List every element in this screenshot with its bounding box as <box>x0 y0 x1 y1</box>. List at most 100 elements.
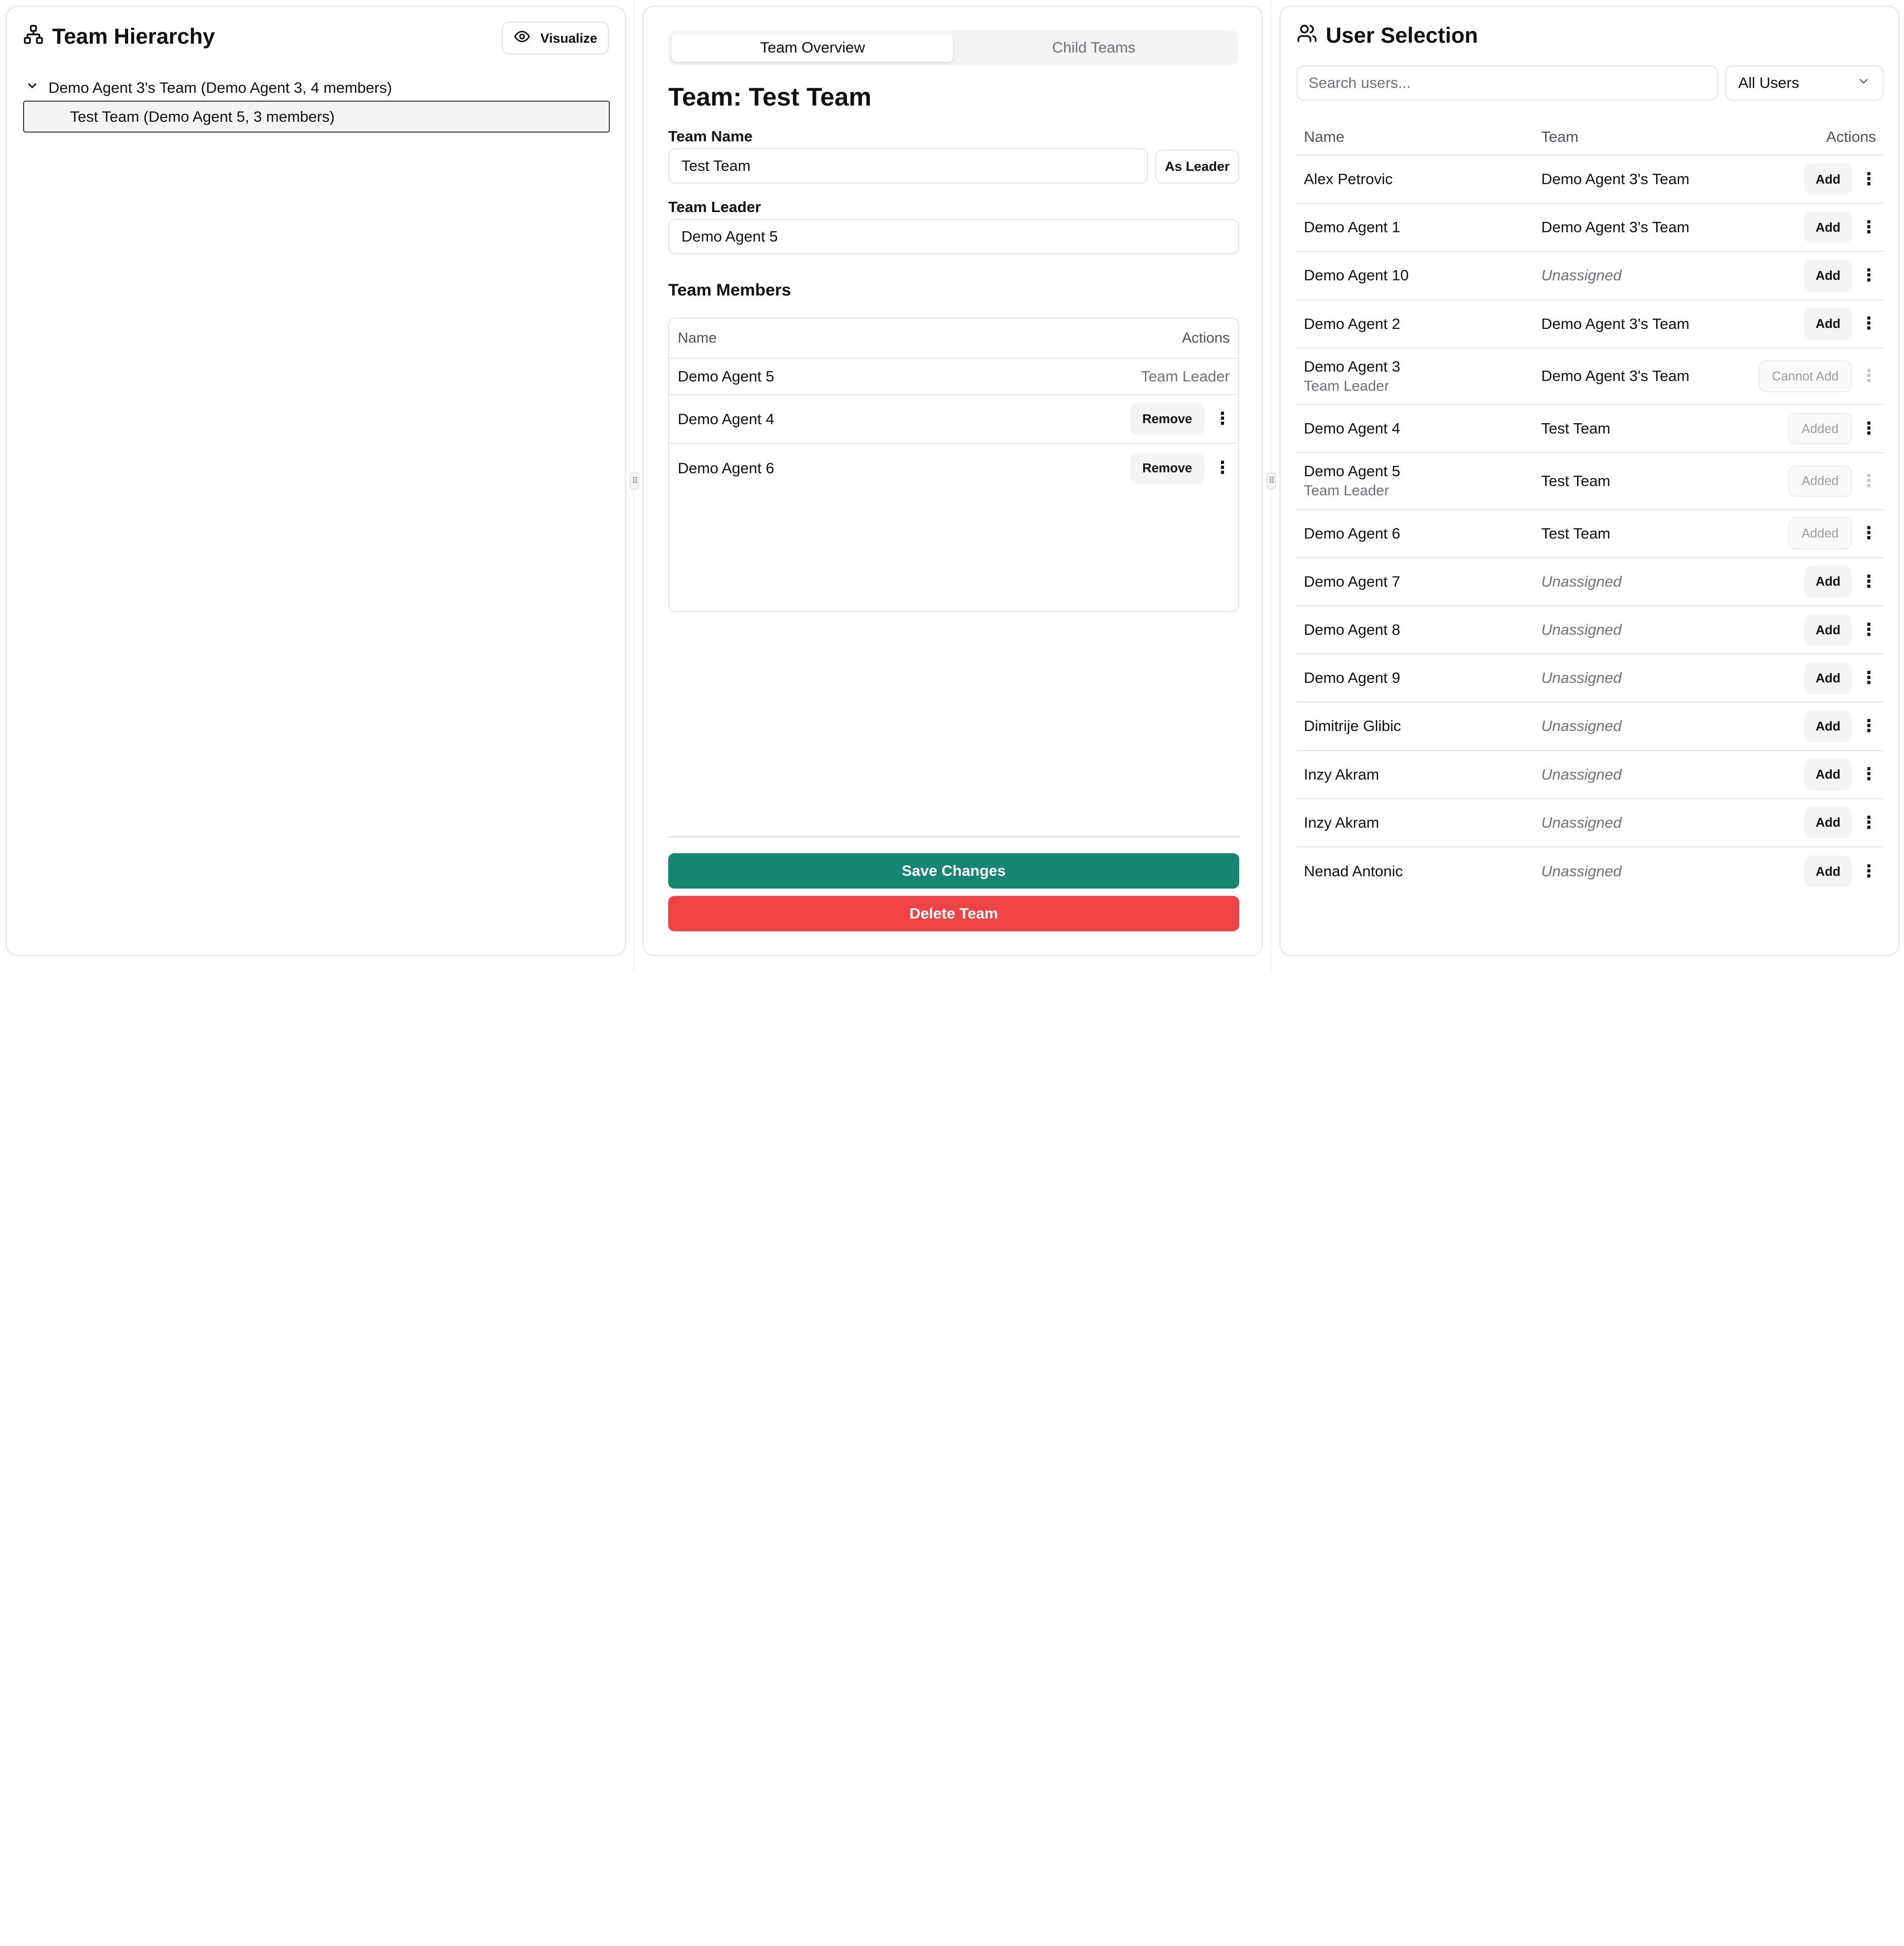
user-selection-panel: User Selection All Users Name Team Actio… <box>1279 6 1900 956</box>
team-leader-field[interactable]: Demo Agent 5 <box>668 218 1240 254</box>
user-name: Nenad Antonic <box>1304 863 1403 880</box>
user-selection-header: User Selection <box>1297 23 1478 49</box>
save-changes-button[interactable]: Save Changes <box>668 853 1240 889</box>
more-vertical-icon[interactable]: ⋮ <box>1860 863 1877 880</box>
column-header-name: Name <box>678 329 717 346</box>
users-table-header: Name Team Actions <box>1296 119 1884 156</box>
cannot-add-button[interactable]: Cannot Add <box>1758 360 1852 392</box>
more-vertical-icon[interactable]: ⋮ <box>1860 814 1877 832</box>
delete-team-button[interactable]: Delete Team <box>668 895 1240 931</box>
user-role: Team Leader <box>1304 378 1389 394</box>
team-name-input[interactable]: Test Team <box>668 148 1148 184</box>
user-team: Unassigned <box>1541 267 1622 284</box>
add-user-button[interactable]: Add <box>1804 212 1852 243</box>
tab-child-teams[interactable]: Child Teams <box>953 34 1234 62</box>
add-user-button[interactable]: Add <box>1804 566 1852 598</box>
table-row: Demo Agent 5 Team Leader <box>669 359 1239 395</box>
added-button[interactable]: Added <box>1788 412 1852 445</box>
table-row: Demo Agent 8 Unassigned Add ⋮ <box>1296 606 1884 655</box>
add-user-button[interactable]: Add <box>1804 163 1852 195</box>
more-vertical-icon[interactable]: ⋮ <box>1860 420 1877 437</box>
tree-node-root[interactable]: Demo Agent 3's Team (Demo Agent 3, 4 mem… <box>26 79 392 97</box>
as-leader-button[interactable]: As Leader <box>1155 149 1240 184</box>
more-vertical-icon[interactable]: ⋮ <box>1860 525 1877 542</box>
column-header-name: Name <box>1304 128 1345 145</box>
more-vertical-icon[interactable]: ⋮ <box>1860 766 1877 783</box>
visualize-label: Visualize <box>540 30 598 46</box>
chevron-down-icon[interactable] <box>26 79 39 97</box>
more-vertical-icon[interactable]: ⋮ <box>1214 459 1231 477</box>
user-team: Demo Agent 3's Team <box>1541 367 1689 385</box>
user-filter-select[interactable]: All Users <box>1725 65 1884 101</box>
members-table-header: Name Actions <box>669 319 1239 359</box>
more-vertical-icon[interactable]: ⋮ <box>1860 219 1877 236</box>
members-table: Name Actions Demo Agent 5 Team Leader De… <box>668 317 1240 612</box>
user-name: Inzy Akram <box>1304 813 1379 831</box>
user-team: Unassigned <box>1541 572 1622 590</box>
tree-node-selected[interactable]: Test Team (Demo Agent 5, 3 members) <box>23 101 610 133</box>
more-vertical-icon[interactable]: ⋮ <box>1860 315 1877 332</box>
add-user-button[interactable]: Add <box>1804 614 1852 646</box>
hierarchy-header: Team Hierarchy <box>23 24 215 50</box>
add-user-button[interactable]: Add <box>1804 308 1852 340</box>
team-name-label: Team Name <box>668 127 753 145</box>
add-user-button[interactable]: Add <box>1804 710 1852 742</box>
table-row: Demo Agent 4 Remove ⋮ <box>669 395 1239 444</box>
user-name: Alex Petrovic <box>1304 170 1393 188</box>
tree-node-label[interactable]: Demo Agent 3's Team (Demo Agent 3, 4 mem… <box>49 79 392 97</box>
table-row: Nenad Antonic Unassigned Add ⋮ <box>1297 847 1883 895</box>
more-vertical-icon[interactable]: ⋮ <box>1860 170 1877 188</box>
user-name: Demo Agent 4 <box>1304 420 1401 437</box>
user-name: Demo Agent 8 <box>1304 621 1401 639</box>
add-user-button[interactable]: Add <box>1804 260 1852 292</box>
user-name: Demo Agent 2 <box>1304 315 1401 332</box>
tab-list: Team Overview Child Teams <box>668 30 1238 66</box>
more-vertical-icon[interactable]: ⋮ <box>1860 621 1877 639</box>
table-row: Demo Agent 7 Unassigned Add ⋮ <box>1296 558 1884 606</box>
more-vertical-icon[interactable]: ⋮ <box>1860 670 1877 687</box>
table-row: Demo Agent 5 Team Leader Test Team Added ⋮ <box>1296 453 1884 510</box>
more-vertical-icon[interactable]: ⋮ <box>1860 368 1877 385</box>
search-input[interactable] <box>1296 65 1718 101</box>
more-vertical-icon[interactable]: ⋮ <box>1860 718 1877 735</box>
user-selection-title: User Selection <box>1326 23 1478 48</box>
user-team: Demo Agent 3's Team <box>1541 170 1689 188</box>
table-row: Demo Agent 10 Unassigned Add ⋮ <box>1296 252 1884 300</box>
user-name: Inzy Akram <box>1304 765 1379 783</box>
add-user-button[interactable]: Add <box>1804 807 1852 839</box>
more-vertical-icon[interactable]: ⋮ <box>1860 267 1877 284</box>
table-row: Demo Agent 6 Remove ⋮ <box>669 444 1238 492</box>
resize-handle[interactable]: ⠿ <box>1266 472 1277 489</box>
added-button[interactable]: Added <box>1788 465 1852 497</box>
remove-button[interactable]: Remove <box>1130 403 1204 435</box>
visualize-button[interactable]: Visualize <box>502 22 609 55</box>
table-row: Demo Agent 6 Test Team Added ⋮ <box>1296 510 1884 558</box>
user-name: Demo Agent 7 <box>1304 572 1401 590</box>
column-header-actions: Actions <box>1826 128 1877 145</box>
users-table: Name Team Actions Alex Petrovic Demo Age… <box>1296 119 1884 896</box>
add-user-button[interactable]: Add <box>1804 855 1852 888</box>
table-row: Inzy Akram Unassigned Add ⋮ <box>1296 751 1884 799</box>
remove-button[interactable]: Remove <box>1130 452 1204 485</box>
more-vertical-icon[interactable]: ⋮ <box>1860 472 1877 490</box>
add-user-button[interactable]: Add <box>1804 758 1852 790</box>
tab-team-overview[interactable]: Team Overview <box>672 33 953 62</box>
user-team: Test Team <box>1541 524 1610 542</box>
member-name: Demo Agent 5 <box>678 367 774 385</box>
member-name: Demo Agent 4 <box>678 410 774 428</box>
user-team: Unassigned <box>1541 813 1622 831</box>
add-user-button[interactable]: Add <box>1804 662 1852 694</box>
user-team: Test Team <box>1541 472 1610 489</box>
more-vertical-icon[interactable]: ⋮ <box>1860 573 1877 591</box>
user-filter-value: All Users <box>1738 74 1799 92</box>
more-vertical-icon[interactable]: ⋮ <box>1214 410 1231 428</box>
tree-node-label[interactable]: Test Team (Demo Agent 5, 3 members) <box>70 108 335 126</box>
app: Team Hierarchy Visualize Demo Agent 3's … <box>0 0 1903 973</box>
users-icon <box>1297 23 1317 49</box>
user-team: Test Team <box>1541 420 1610 437</box>
added-button[interactable]: Added <box>1788 517 1852 549</box>
divider <box>668 836 1240 838</box>
resize-handle[interactable]: ⠿ <box>629 472 639 489</box>
team-detail-panel: Team Overview Child Teams Team: Test Tea… <box>643 6 1263 956</box>
chevron-down-icon <box>1857 74 1870 92</box>
